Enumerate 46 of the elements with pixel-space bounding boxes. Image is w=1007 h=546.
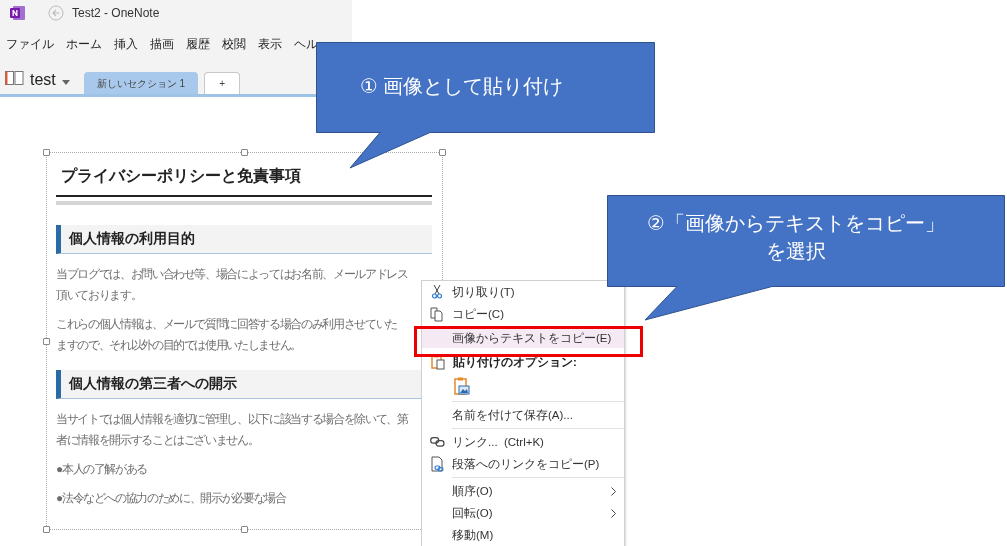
document-link-icon — [430, 456, 444, 472]
resize-handle[interactable] — [43, 338, 50, 345]
link-icon — [429, 437, 445, 447]
paragraph: これらの個人情報は、メールで質問に回答する場合のみ利用させていた ますので、それ以外の目的では使用いたしません。 — [56, 316, 398, 354]
chevron-right-icon — [611, 486, 616, 496]
menu-bar-item[interactable]: 表示 — [258, 36, 282, 52]
paragraph: ●法令などへの協力のために、開示が必要な場合 — [56, 490, 287, 507]
menu-bar-item[interactable]: 履歴 — [186, 36, 210, 52]
scissors-icon — [432, 285, 442, 299]
copy-icon — [430, 306, 444, 322]
menu-bar-item[interactable]: 描画 — [150, 36, 174, 52]
resize-handle[interactable] — [439, 149, 446, 156]
section-heading: 個人情報の利用目的 — [56, 225, 432, 254]
page-title: プライバシーポリシーと免責事項 — [56, 161, 432, 197]
callout-text: ②「画像からテキストをコピー」 を選択 — [647, 211, 945, 264]
notebook-name[interactable]: test — [30, 71, 56, 89]
paragraph: 当ブログでは、お問い合わせ等、場合によってはお名前、メールアドレス 頂いております。 — [56, 266, 409, 304]
menu-bar-item[interactable]: 挿入 — [114, 36, 138, 52]
context-menu-item[interactable]: コピー(C) — [422, 303, 624, 325]
menu-bar-item[interactable]: ホーム — [66, 36, 102, 52]
context-menu-item[interactable]: 移動(M) — [422, 524, 624, 546]
paste-icon — [431, 354, 445, 370]
context-menu-item[interactable]: 回転(O) — [422, 502, 624, 524]
section-tab[interactable]: + — [204, 72, 240, 94]
context-menu-item[interactable]: 切り取り(T) — [422, 281, 624, 303]
context-menu-item[interactable]: 段落へのリンクをコピー(P) — [422, 453, 624, 475]
callout-text: ① 画像として貼り付け — [360, 74, 564, 99]
clipboard-picture-icon — [454, 376, 470, 396]
resize-handle[interactable] — [241, 526, 248, 533]
onenote-logo-icon — [10, 5, 26, 21]
menu-bar-item[interactable]: 校閲 — [222, 36, 246, 52]
paragraph: ●本人の了解がある — [56, 461, 149, 478]
window-title: Test2 - OneNote — [72, 6, 160, 20]
notebook-icon[interactable] — [5, 71, 24, 85]
section-tab[interactable]: 新しいセクション 1 — [83, 72, 199, 94]
paragraph: 当サイトでは個人情報を適切に管理し、以下に該当する場合を除いて、第 者に情報を開示することはございません。 — [56, 411, 409, 449]
context-menu-item[interactable]: リンク... (Ctrl+K) — [422, 431, 624, 453]
resize-handle[interactable] — [43, 526, 50, 533]
caret-icon[interactable] — [61, 80, 70, 85]
context-menu-item[interactable]: 画像からテキストをコピー(E) — [422, 328, 624, 348]
chevron-right-icon — [611, 508, 616, 518]
context-menu-item[interactable]: 名前を付けて保存(A)... — [422, 404, 624, 426]
resize-handle[interactable] — [241, 149, 248, 156]
resize-handle[interactable] — [43, 149, 50, 156]
context-menu-item[interactable]: 順序(O) — [422, 480, 624, 502]
menu-bar-item[interactable]: ファイル — [6, 36, 54, 52]
